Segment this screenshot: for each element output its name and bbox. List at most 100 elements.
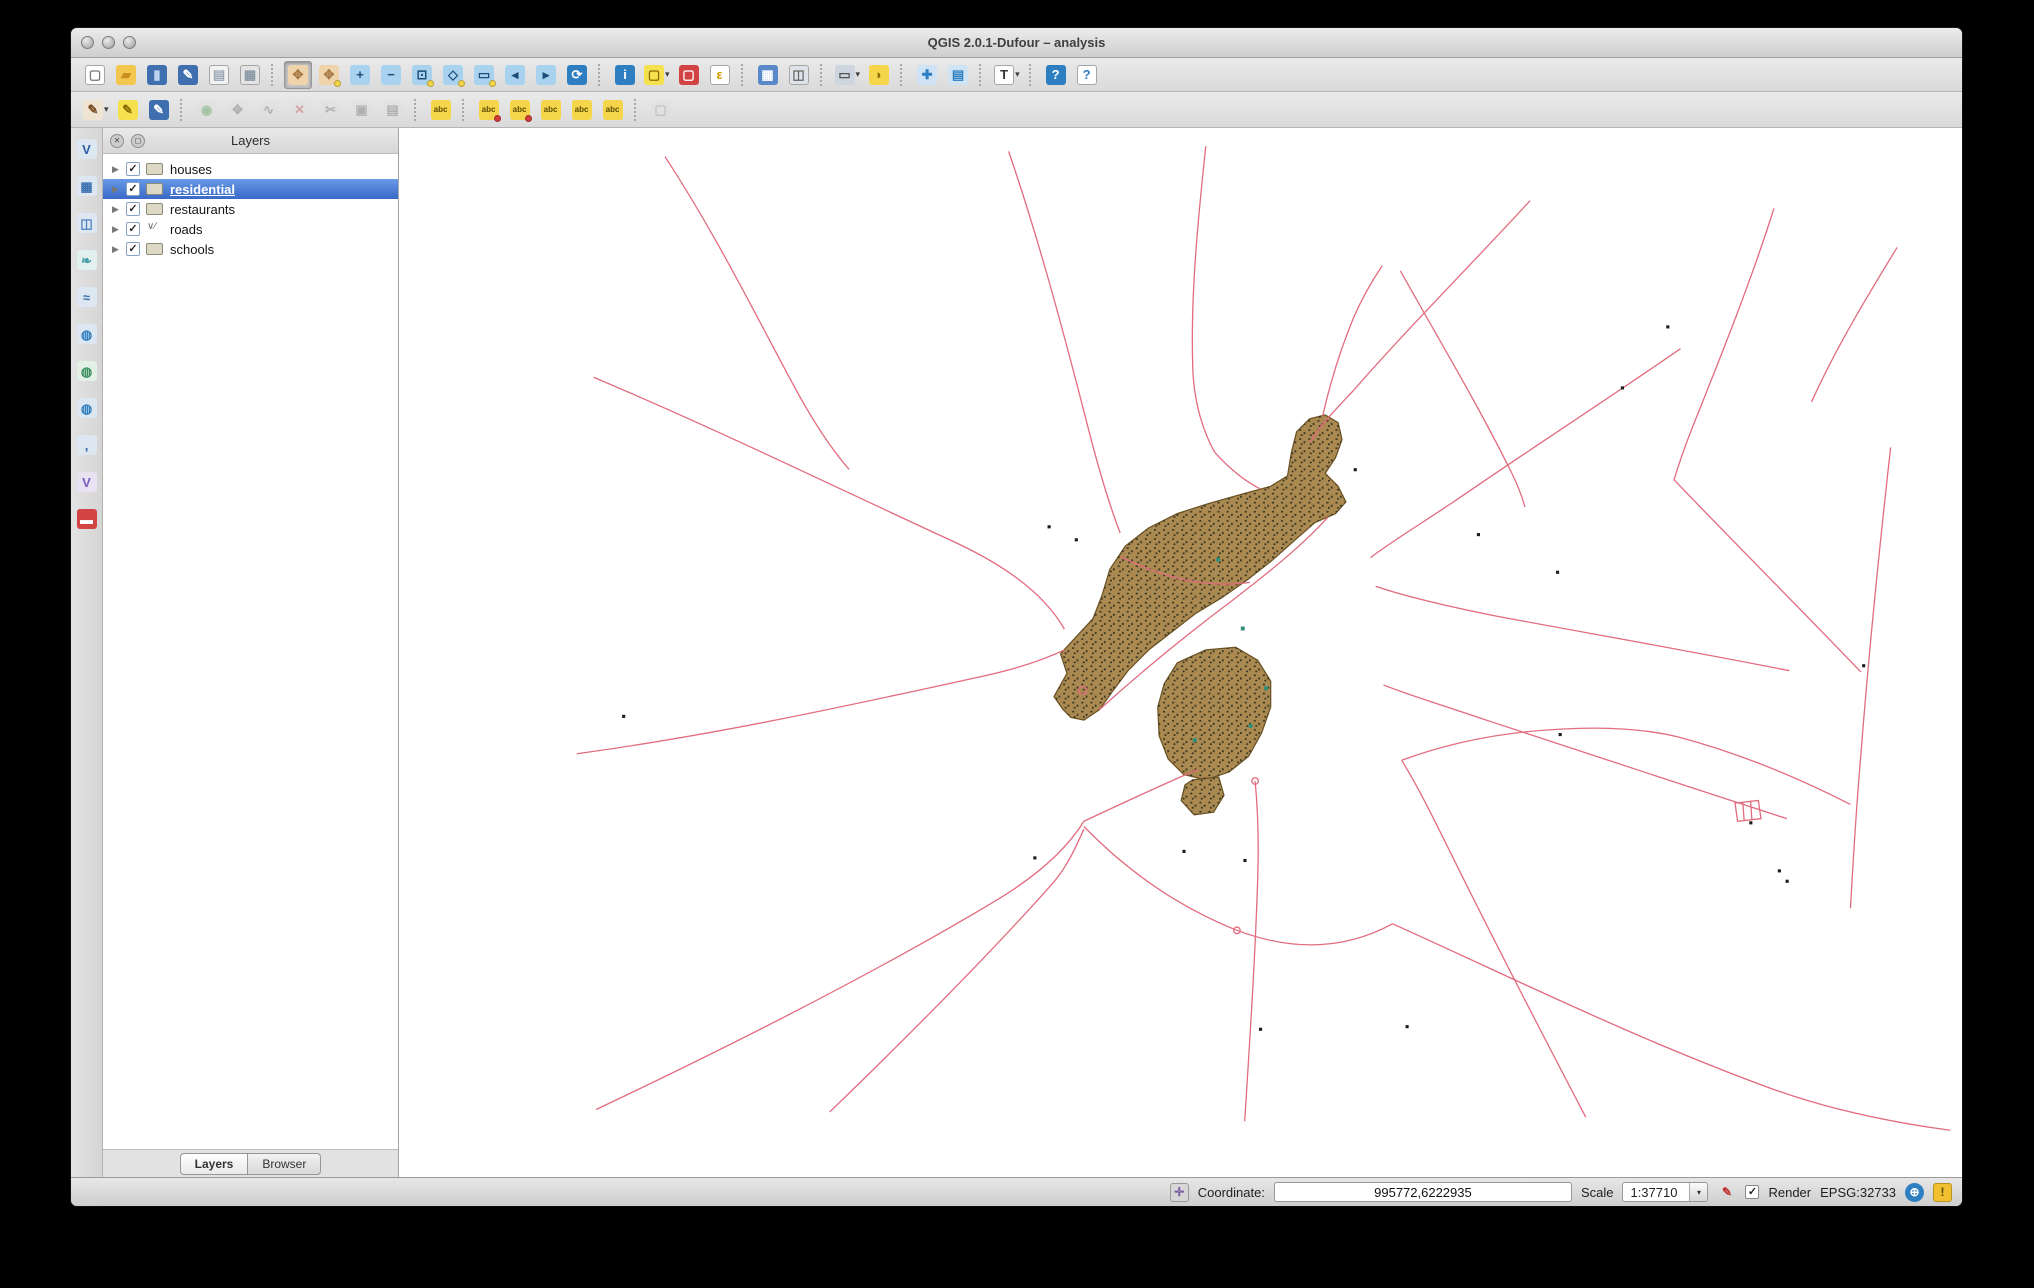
scale-dropdown-icon[interactable]: ▾	[1689, 1183, 1708, 1201]
zoom-to-layer[interactable]: ▭	[470, 61, 498, 89]
zoom-out[interactable]: −	[377, 61, 405, 89]
title-bar[interactable]: QGIS 2.0.1-Dufour – analysis	[71, 28, 1962, 58]
whats-this[interactable]: ?	[1073, 61, 1101, 89]
annotation-tool[interactable]: ▢	[647, 96, 675, 124]
save-project[interactable]: ▮	[143, 61, 171, 89]
identify-features[interactable]: i	[611, 61, 639, 89]
crs-status-icon[interactable]: ⊕	[1905, 1182, 1924, 1202]
measure-line[interactable]: ▭ ▾	[833, 61, 863, 89]
minimize-button[interactable]	[102, 36, 115, 49]
add-wms-layer[interactable]: ◍	[74, 321, 100, 347]
select-features[interactable]: ▢ ▾	[642, 61, 672, 89]
deselect-features[interactable]: ▢	[675, 61, 703, 89]
node-tool[interactable]: ∿	[255, 96, 283, 124]
measure-line-dropdown-icon[interactable]: ▾	[856, 69, 861, 80]
add-postgis-layer[interactable]: ◫	[74, 210, 100, 236]
panel-title: Layers	[230, 133, 271, 148]
layer-item-residential[interactable]: ▶ ✓ residential	[103, 179, 398, 199]
layer-item-schools[interactable]: ▶ ✓ schools	[103, 239, 398, 259]
layer-item-restaurants[interactable]: ▶ ✓ restaurants	[103, 199, 398, 219]
select-features-dropdown-icon[interactable]: ▾	[665, 69, 670, 80]
remove-layer[interactable]: ▬	[74, 506, 100, 532]
toggle-editing[interactable]: ✎	[114, 96, 142, 124]
cut-features[interactable]: ✂	[317, 96, 345, 124]
show-bookmarks[interactable]: ▤	[944, 61, 972, 89]
tab-browser[interactable]: Browser	[247, 1152, 322, 1175]
open-attribute-table[interactable]: ▦	[754, 61, 782, 89]
layer-visibility-checkbox[interactable]: ✓	[126, 182, 140, 196]
save-layer-edits[interactable]: ✎	[145, 96, 173, 124]
add-raster-layer[interactable]: ▦	[74, 173, 100, 199]
coordinate-input[interactable]	[1273, 1182, 1572, 1202]
zoom-to-selection[interactable]: ◇	[439, 61, 467, 89]
select-by-expression[interactable]: ε	[706, 61, 734, 89]
close-button[interactable]	[81, 36, 94, 49]
layer-visibility-checkbox[interactable]: ✓	[126, 202, 140, 216]
layer-visibility-checkbox[interactable]: ✓	[126, 242, 140, 256]
new-print-composer[interactable]: ▤	[205, 61, 233, 89]
panel-float-icon[interactable]: ◻	[131, 133, 145, 148]
add-mssql-layer[interactable]: ≈	[74, 284, 100, 310]
add-wcs-layer[interactable]: ◍	[74, 358, 100, 384]
layer-item-houses[interactable]: ▶ ✓ houses	[103, 159, 398, 179]
new-bookmark[interactable]: ✚	[913, 61, 941, 89]
expand-arrow-icon[interactable]: ▶	[112, 184, 126, 195]
label-properties[interactable]: abc	[599, 96, 627, 124]
map-tips[interactable]: ◗	[865, 61, 893, 89]
add-delimited-text-layer[interactable]: ,	[74, 432, 100, 458]
refresh-map[interactable]: ⟳	[563, 61, 591, 89]
layer-visibility-checkbox[interactable]: ✓	[126, 222, 140, 236]
label-pin[interactable]: abc	[475, 96, 503, 124]
text-annotation[interactable]: T ▾	[992, 61, 1022, 89]
layer-visibility-checkbox[interactable]: ✓	[126, 162, 140, 176]
save-project-as[interactable]: ✎	[174, 61, 202, 89]
expand-arrow-icon[interactable]: ▶	[112, 164, 126, 175]
add-feature[interactable]: ◉	[193, 96, 221, 124]
layer-item-roads[interactable]: ▶✓ roads	[103, 219, 398, 239]
scale-edit-icon[interactable]: ✎	[1717, 1183, 1736, 1202]
new-project[interactable]: ▢	[81, 61, 109, 89]
scale-combo[interactable]: 1:37710 ▾	[1622, 1182, 1709, 1202]
paste-features[interactable]: ▤	[379, 96, 407, 124]
text-annotation-dropdown-icon[interactable]: ▾	[1015, 69, 1020, 80]
pan-map[interactable]: ✥	[284, 60, 312, 89]
expand-arrow-icon[interactable]: ▶	[112, 244, 126, 255]
help[interactable]: ?	[1042, 61, 1070, 89]
zoom-next[interactable]: ▸	[532, 61, 560, 89]
log-messages-icon[interactable]: !	[1933, 1182, 1952, 1202]
add-spatialite-layer[interactable]: ❧	[74, 247, 100, 273]
new-project-icon: ▢	[85, 64, 105, 85]
field-calculator[interactable]: ◫	[785, 61, 813, 89]
new-shapefile-layer[interactable]: V	[74, 469, 100, 495]
help-icon: ?	[1045, 64, 1066, 85]
map-svg[interactable]	[399, 128, 1962, 1177]
labeling[interactable]: abc	[427, 96, 455, 124]
render-checkbox[interactable]: ✓	[1745, 1185, 1760, 1199]
composer-manager[interactable]: ▦	[236, 61, 264, 89]
label-move[interactable]: abc	[537, 96, 565, 124]
current-edits-dropdown-icon[interactable]: ▾	[104, 104, 109, 115]
pan-to-selection[interactable]: ✥	[315, 61, 343, 89]
toggle-extents-icon[interactable]: ✛	[1169, 1182, 1189, 1202]
zoom-last[interactable]: ◂	[501, 61, 529, 89]
move-feature[interactable]: ✥	[224, 96, 252, 124]
map-canvas[interactable]	[399, 128, 1962, 1177]
window-title: QGIS 2.0.1-Dufour – analysis	[927, 35, 1106, 50]
label-rotate[interactable]: abc	[568, 96, 596, 124]
open-project[interactable]: ▰	[112, 61, 140, 89]
label-show-hide[interactable]: abc	[506, 96, 534, 124]
scale-value[interactable]: 1:37710	[1623, 1185, 1689, 1200]
expand-arrow-icon[interactable]: ▶	[112, 204, 126, 215]
tab-layers[interactable]: Layers	[179, 1152, 249, 1175]
add-wfs-layer[interactable]: ◍	[74, 395, 100, 421]
panel-close-icon[interactable]: ✕	[110, 133, 124, 148]
zoom-in[interactable]: +	[346, 61, 374, 89]
add-vector-layer[interactable]: V	[74, 136, 100, 162]
zoom-button[interactable]	[123, 36, 136, 49]
current-edits[interactable]: ✎ ▾	[81, 96, 111, 124]
zoom-full-extent-badge	[427, 79, 434, 87]
expand-arrow-icon[interactable]: ▶	[112, 224, 126, 235]
zoom-full-extent[interactable]: ⊡	[408, 61, 436, 89]
copy-features[interactable]: ▣	[348, 96, 376, 124]
delete-selected[interactable]: ✕	[286, 96, 314, 124]
